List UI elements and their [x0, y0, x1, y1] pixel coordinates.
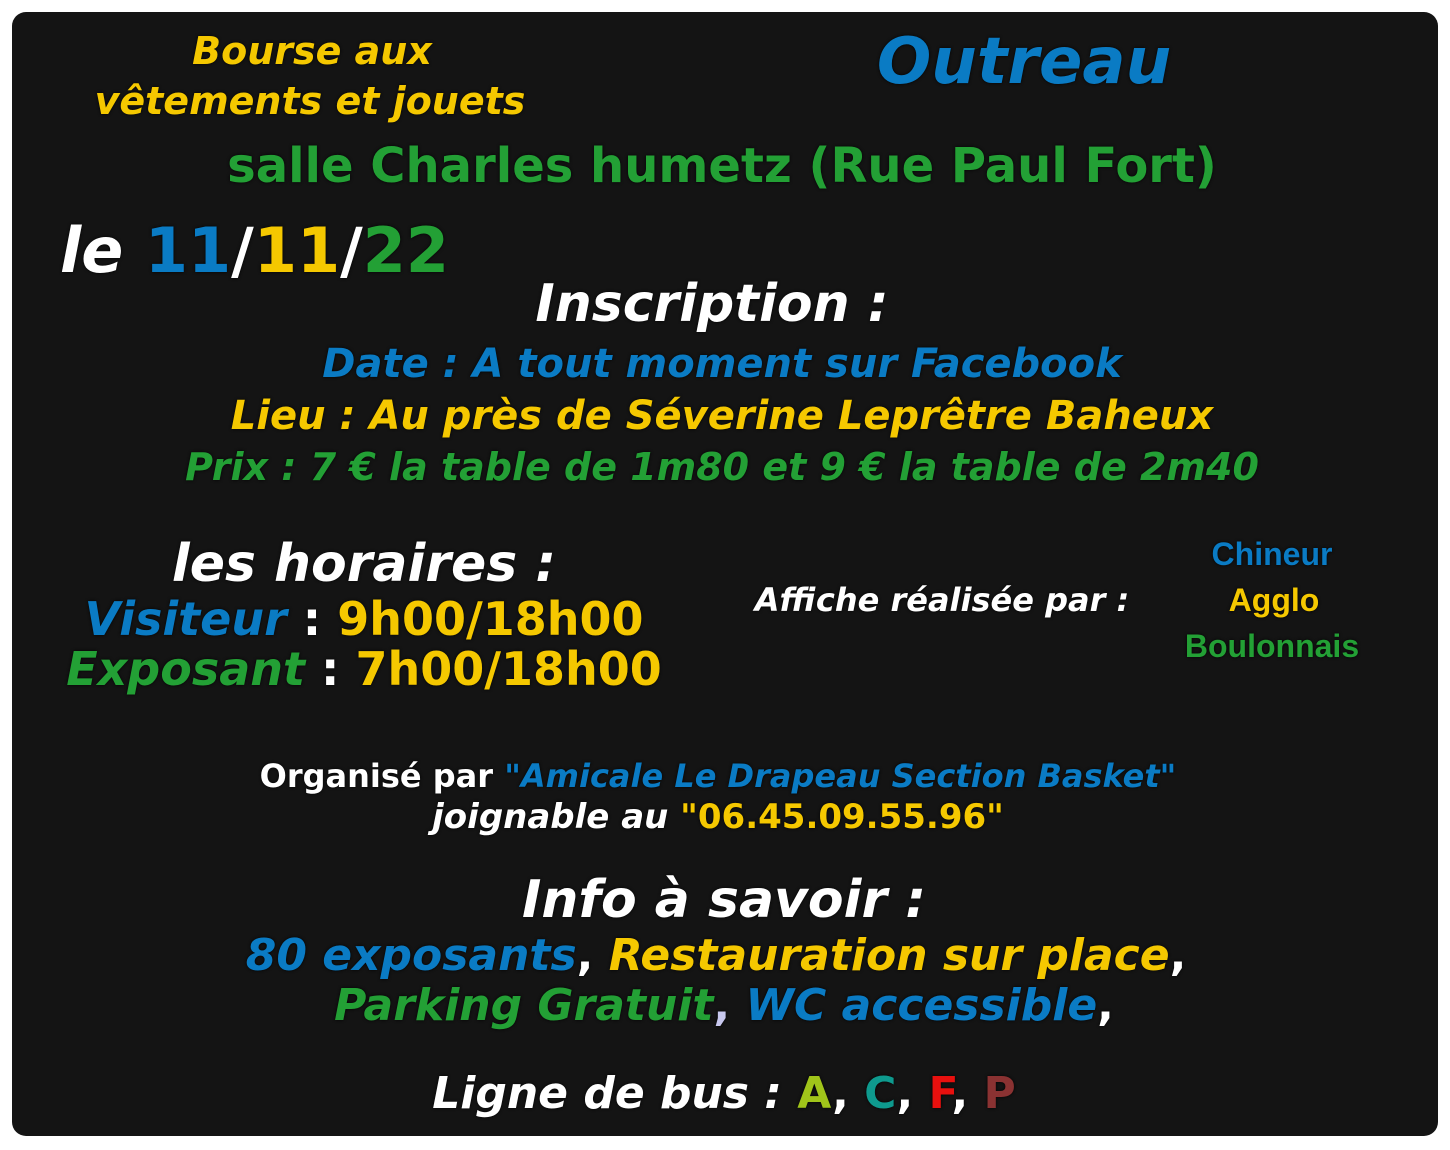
bus-line-c: C [864, 1068, 897, 1119]
info-heading: Info à savoir : [521, 870, 927, 930]
date-year: 22 [362, 214, 450, 287]
date-prefix: le [60, 214, 145, 287]
date-day: 11 [144, 214, 232, 287]
bus-label: Ligne de bus : [432, 1068, 798, 1119]
bus-sep-1: , [832, 1068, 865, 1119]
title-line-2: vêtements et jouets [94, 79, 526, 123]
info-comma-2: , [1169, 930, 1187, 981]
bus-line-a: A [797, 1068, 833, 1119]
horaires-exposant: Exposant : 7h00/18h00 [66, 646, 662, 692]
info-comma-4: , [1097, 980, 1114, 1031]
date-sep-2: / [340, 214, 363, 287]
info-line-2: Parking Gratuit, WC accessible, [334, 984, 1114, 1028]
info-wc: WC accessible [745, 980, 1098, 1031]
bus-sep-3: , [951, 1068, 984, 1119]
title-line-1: Bourse aux [192, 29, 432, 73]
credit-line-2: Agglo [1228, 582, 1320, 618]
inscription-lieu: Lieu : Au près de Séverine Leprêtre Bahe… [230, 393, 1214, 439]
date-month: 11 [253, 214, 341, 287]
credit-line-3: Boulonnais [1184, 628, 1360, 664]
visiteur-sep: : [286, 592, 338, 646]
organizer-name: "Amicale Le Drapeau Section Basket" [504, 757, 1177, 795]
inscription-heading: Inscription : [535, 274, 889, 334]
exposant-time: 7h00/18h00 [355, 642, 662, 696]
bus-lines: Ligne de bus : A, C, F, P [432, 1072, 1016, 1116]
organizer-phone-prefix: joignable au [432, 797, 681, 837]
inscription-prix: Prix : 7 € la table de 1m80 et 9 € la ta… [185, 445, 1259, 489]
venue: salle Charles humetz (Rue Paul Fort) [227, 138, 1217, 194]
bus-line-p: P [983, 1068, 1016, 1119]
visiteur-label: Visiteur [84, 592, 287, 646]
credit-label: Affiche réalisée par : [754, 581, 1130, 619]
credit-line-1: Chineur [1211, 536, 1333, 572]
organizer-prefix: Organisé par [259, 757, 505, 795]
town-name: Outreau [876, 25, 1172, 99]
bus-line-f: F [928, 1068, 952, 1119]
event-poster: Bourse aux vêtements et jouets Outreau s… [12, 12, 1438, 1136]
exposant-label: Exposant [66, 642, 305, 696]
date-sep-1: / [231, 214, 254, 287]
visiteur-time: 9h00/18h00 [337, 592, 644, 646]
bus-sep-2: , [896, 1068, 929, 1119]
organizer-phone: "06.45.09.55.96" [680, 797, 1004, 837]
info-parking: Parking Gratuit [334, 980, 714, 1031]
info-exposants: 80 exposants [245, 930, 577, 981]
horaires-heading: les horaires : [171, 534, 557, 594]
info-restauration: Restauration sur place [608, 930, 1170, 981]
info-comma-3: , [713, 980, 746, 1031]
horaires-visiteur: Visiteur : 9h00/18h00 [84, 596, 643, 642]
organizer-phone-line: joignable au "06.45.09.55.96" [432, 800, 1004, 834]
info-comma-1: , [576, 930, 609, 981]
info-line-1: 80 exposants, Restauration sur place, [246, 934, 1187, 978]
inscription-date: Date : A tout moment sur Facebook [322, 341, 1122, 387]
exposant-sep: : [305, 642, 356, 696]
event-date: le 11/11/22 [60, 220, 449, 282]
organizer-line: Organisé par "Amicale Le Drapeau Section… [260, 760, 1177, 792]
